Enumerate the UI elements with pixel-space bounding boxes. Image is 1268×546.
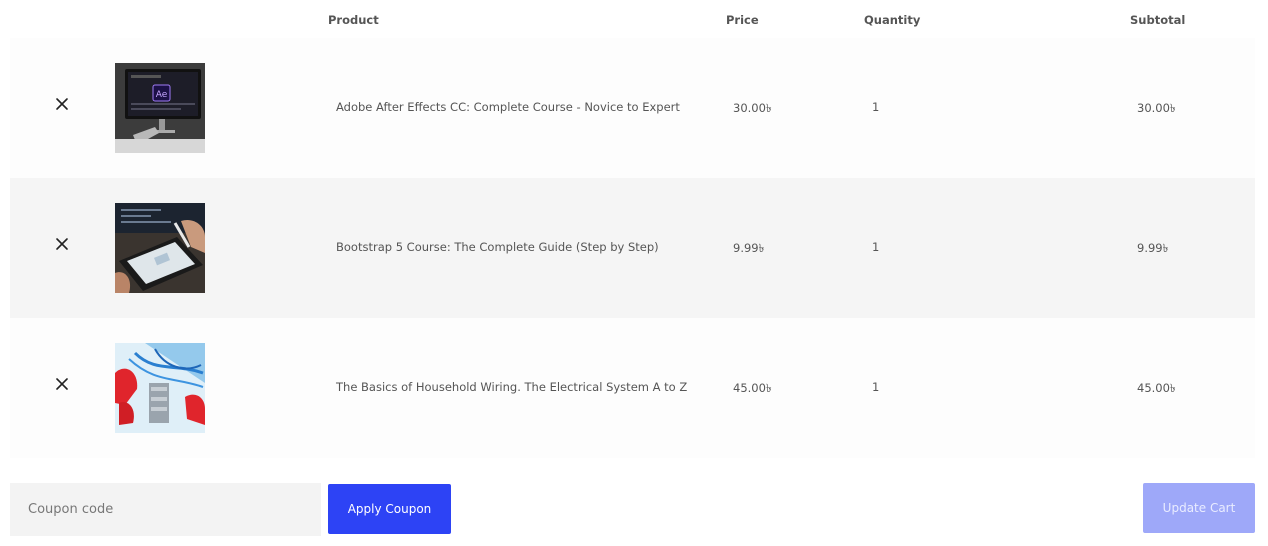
cart-row: Ae Adobe After Effects CC: Complete Cour… [10,38,1255,178]
update-cart-button[interactable]: Update Cart [1143,483,1255,533]
cart-table-header: Product Price Quantity Subtotal [0,0,1268,40]
product-name[interactable]: Bootstrap 5 Course: The Complete Guide (… [336,240,659,254]
product-subtotal: 30.00৳ [1137,101,1176,115]
close-icon [56,378,68,390]
header-price: Price [726,13,759,27]
cart-row: Bootstrap 5 Course: The Complete Guide (… [10,178,1255,318]
header-product: Product [328,13,379,27]
product-name[interactable]: The Basics of Household Wiring. The Elec… [336,380,687,394]
product-name[interactable]: Adobe After Effects CC: Complete Course … [336,100,680,114]
product-price: 9.99৳ [733,241,765,255]
product-thumbnail[interactable] [115,343,205,433]
tablet-stylus-icon [115,203,205,293]
coupon-code-input[interactable] [10,483,321,536]
remove-item-button[interactable] [54,236,70,252]
header-subtotal: Subtotal [1130,13,1186,27]
remove-item-button[interactable] [54,96,70,112]
svg-text:Ae: Ae [156,90,168,100]
product-quantity: 1 [872,240,880,254]
product-quantity: 1 [872,100,880,114]
close-icon [56,98,68,110]
electrical-wiring-icon [115,343,205,433]
close-icon [56,238,68,250]
product-quantity: 1 [872,380,880,394]
product-thumbnail[interactable] [115,203,205,293]
product-price: 30.00৳ [733,101,772,115]
header-quantity: Quantity [864,13,921,27]
product-subtotal: 9.99৳ [1137,241,1169,255]
product-thumbnail[interactable]: Ae [115,63,205,153]
product-subtotal: 45.00৳ [1137,381,1176,395]
apply-coupon-button[interactable]: Apply Coupon [328,484,451,534]
product-price: 45.00৳ [733,381,772,395]
remove-item-button[interactable] [54,376,70,392]
cart-row: The Basics of Household Wiring. The Elec… [10,318,1255,458]
monitor-after-effects-icon: Ae [115,63,205,153]
